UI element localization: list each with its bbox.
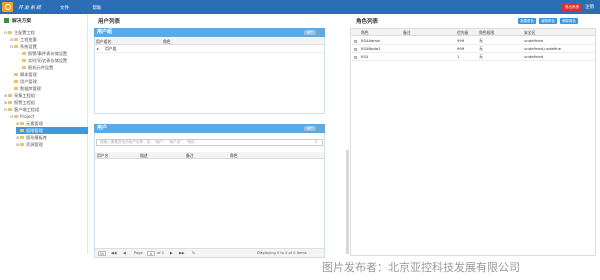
tree-item-client-group[interactable]: ⊟ 客户端工程组	[4, 106, 88, 113]
file-icon	[20, 128, 24, 132]
folder-icon	[8, 100, 12, 104]
tree-item-system-settings[interactable]: ⊟ 系统设置	[10, 43, 88, 50]
page-number-input[interactable]: 0	[147, 251, 155, 256]
folder-icon	[14, 114, 18, 118]
prev-page-button[interactable]: ◀	[123, 249, 126, 258]
tree-item-project[interactable]: ⊟ Project	[10, 113, 88, 120]
tree-item-resource-mgmt[interactable]: ⊞ 资源管理	[16, 141, 88, 148]
table-row[interactable]: KS4 1 无 undefined	[351, 53, 595, 61]
file-icon	[22, 65, 26, 69]
file-icon	[22, 51, 26, 55]
role-table	[350, 28, 596, 256]
file-icon	[14, 79, 18, 83]
tree-item-permission-mgmt[interactable]: 权限管理	[16, 127, 88, 134]
folder-icon	[20, 135, 24, 139]
delete-role-button[interactable]: 删除角色	[560, 18, 578, 24]
search-icon[interactable]: ⌕	[315, 139, 318, 145]
first-page-button[interactable]: ◀◀	[111, 249, 117, 258]
row-checkbox[interactable]	[354, 47, 357, 51]
splitter-handle[interactable]	[346, 150, 349, 254]
tree-item-component-settings[interactable]: 报机元件设置	[18, 64, 88, 71]
file-icon	[22, 58, 26, 62]
user-group-grid-header: 用户组名 角色	[95, 38, 324, 45]
top-bar: 开发系统 文件 帮助 退出系统 注销	[0, 0, 600, 14]
pager-status: Displaying 0 to 0 of 0 items	[257, 251, 307, 255]
file-icon	[14, 86, 18, 90]
tree-item-db-mgmt[interactable]: 数据库管理	[10, 85, 88, 92]
tree-item-alarm-storage[interactable]: 报警/事件表存储设置	[18, 50, 88, 57]
role-grid-header: 角色 备注 优先级 角色权限 安全区	[351, 29, 595, 36]
new-role-button[interactable]: 新建角色	[518, 18, 536, 24]
tree-item-collect-group[interactable]: ⊞ 采集工程组	[4, 92, 88, 99]
user-panel-header: 用户	[94, 124, 325, 133]
tree-item-alarm-group[interactable]: ⊞ 报警工程组	[4, 99, 88, 106]
tree-item-history-storage[interactable]: 实时/历史表存储设置	[18, 57, 88, 64]
user-search-input[interactable]: 请输入需要查找的用户名称，如："用户"、"用户名"、"角色"...	[96, 139, 323, 146]
row-checkbox[interactable]	[354, 39, 357, 43]
menu-help[interactable]: 帮助	[92, 6, 101, 11]
logout-link[interactable]: 注销	[585, 4, 594, 10]
publisher-watermark: 图片发布者：北京亚控科技发展有限公司	[322, 261, 520, 274]
next-page-button[interactable]: ▶	[170, 249, 173, 258]
table-row[interactable]: ▸ 用户组	[95, 45, 324, 53]
folder-icon	[8, 30, 12, 34]
role-list-title: 角色列表	[356, 19, 379, 25]
user-action-button[interactable]: 操作	[304, 126, 316, 131]
solution-sidebar: 解决方案 ⊟ 主配置工程 ⊞ 工程变量 ⊟ 系统设置 报警/事件表存储设置 实时/历史…	[0, 14, 88, 254]
refresh-icon[interactable]: ↻	[192, 249, 195, 258]
solution-icon	[4, 18, 9, 23]
folder-icon	[20, 121, 24, 125]
user-pager: 30 ◀◀ ◀ Page 0 of 0 ▶ ▶▶ ↻ Displaying 0 …	[95, 248, 324, 257]
folder-icon	[8, 93, 12, 97]
exit-system-button[interactable]: 退出系统	[562, 3, 582, 11]
tree-item-main-project[interactable]: ⊟ 主配置工程	[4, 29, 88, 36]
sidebar-header: 解决方案	[4, 17, 31, 24]
user-group-action-button[interactable]: 操作	[304, 30, 316, 35]
tree-item-project-vars[interactable]: ⊞ 工程变量	[10, 36, 88, 43]
row-arrow-icon: ▸	[97, 46, 99, 51]
page-size-select[interactable]: 30	[98, 251, 106, 256]
user-list-title: 用户列表	[98, 19, 121, 25]
last-page-button[interactable]: ▶▶	[179, 249, 185, 258]
tree-item-graphic-templates[interactable]: ⊞ 图形模板库	[16, 134, 88, 141]
tree-item-user-mgmt[interactable]: 用户管理	[10, 78, 88, 85]
menu-file[interactable]: 文件	[60, 6, 69, 11]
folder-icon	[8, 107, 12, 111]
user-group-header: 用户组	[94, 28, 325, 37]
folder-icon	[20, 142, 24, 146]
user-grid-header: 用户名 描述 备注 角色	[95, 152, 324, 159]
folder-icon	[14, 37, 18, 41]
table-row[interactable]: KS4Node1 999 无 undefined,undefine	[351, 45, 595, 53]
top-nav: 文件 帮助	[60, 5, 123, 11]
tree-item-script-mgmt[interactable]: 脚本管理	[10, 71, 88, 78]
app-logo-icon	[2, 2, 13, 12]
file-icon	[14, 72, 18, 76]
row-checkbox[interactable]	[354, 55, 357, 59]
app-title: 开发系统	[18, 5, 43, 11]
table-row[interactable]: KS4Admin 999 无 undefined	[351, 37, 595, 45]
tree-item-element-mgmt[interactable]: ⊞ 元素管理	[16, 120, 88, 127]
edit-role-button[interactable]: 编辑角色	[539, 18, 557, 24]
folder-icon	[14, 44, 18, 48]
